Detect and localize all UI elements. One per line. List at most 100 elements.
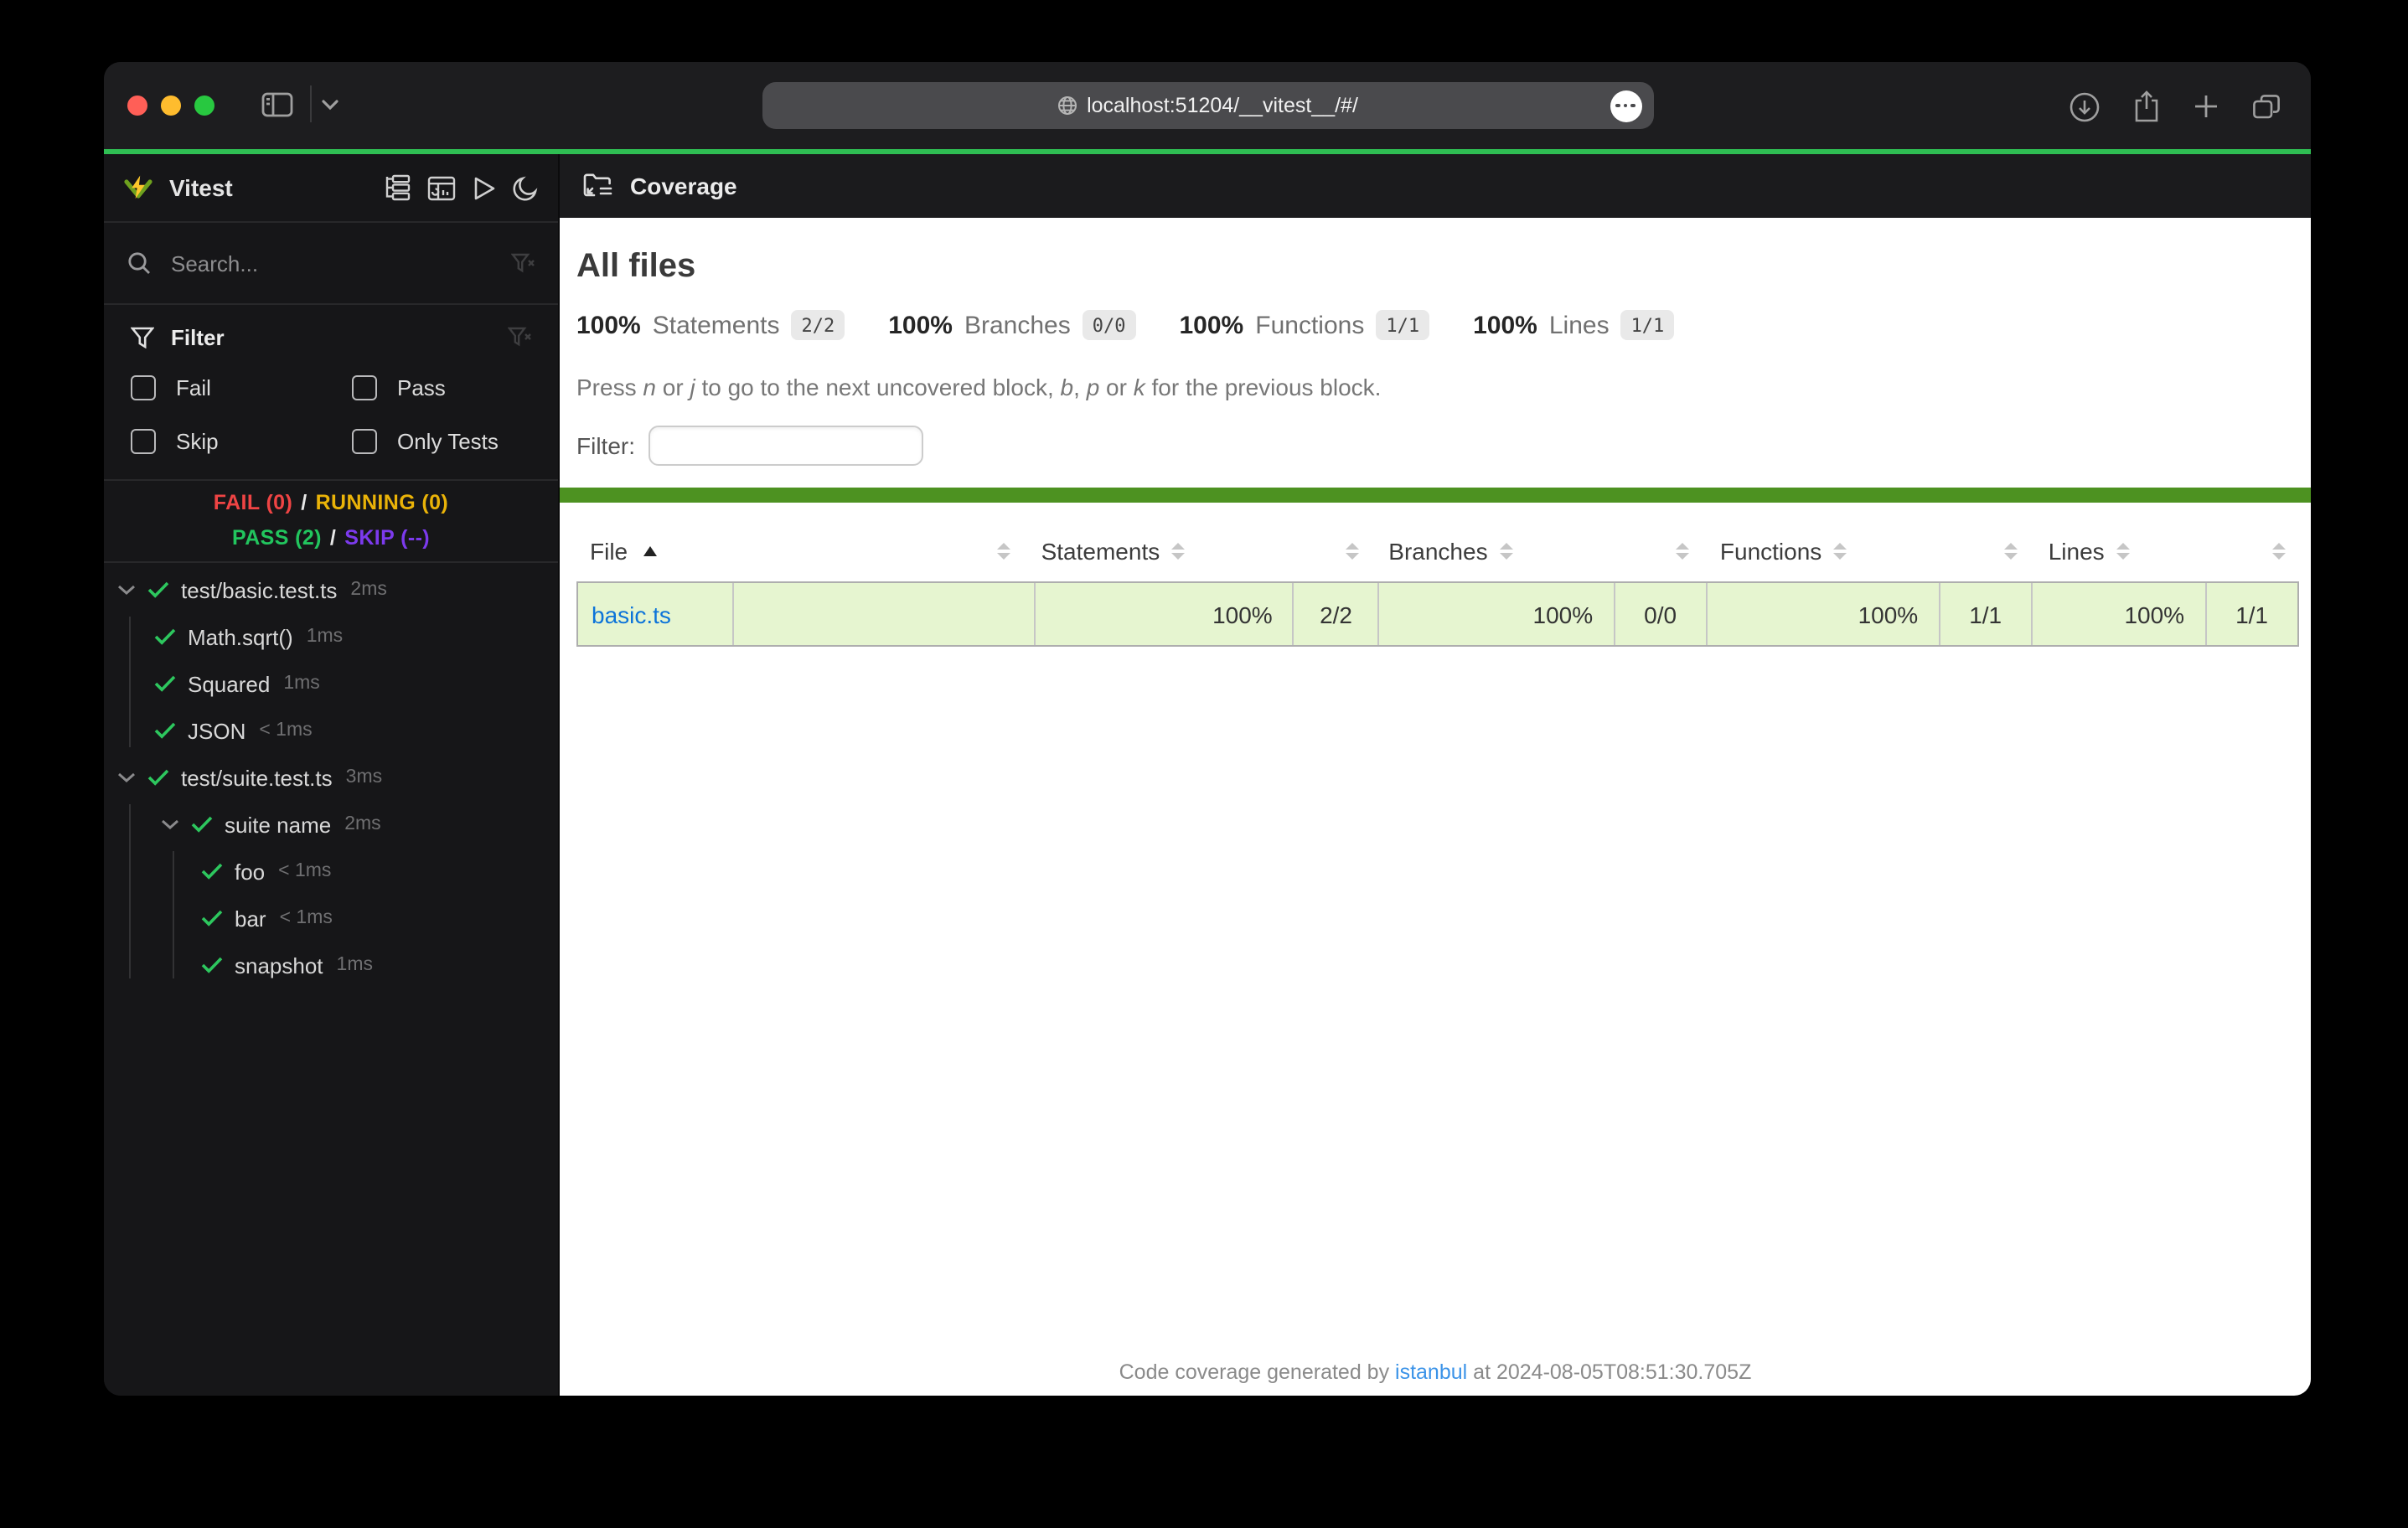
checkbox-icon [352, 428, 377, 453]
downloads-icon[interactable] [2070, 91, 2100, 121]
tree-item-test[interactable]: bar < 1ms [104, 895, 558, 942]
tree-item-test[interactable]: foo < 1ms [104, 848, 558, 895]
app-title: Vitest [169, 174, 233, 201]
sidebar-filter-section: Filter Fail Pass Skip Only Tests [104, 305, 558, 481]
filter-checkbox-skip[interactable]: Skip [131, 419, 352, 462]
tree-item-label: test/basic.test.ts [181, 577, 338, 602]
stat-percent: 100% [888, 311, 953, 339]
run-all-icon[interactable] [473, 175, 496, 200]
tree-item-file[interactable]: test/basic.test.ts 2ms [104, 566, 558, 613]
sort-icon[interactable] [1345, 542, 1359, 560]
tree-item-time: 3ms [345, 767, 383, 787]
tree-item-time: < 1ms [278, 861, 332, 881]
page-settings-button[interactable] [1610, 90, 1641, 121]
pass-check-icon [201, 863, 223, 880]
sort-asc-icon [643, 546, 657, 556]
table-row: basic.ts 100% 2/2 100% 0/0 100% 1/1 100% [576, 581, 2299, 647]
functions-pct-cell: 100% [1708, 583, 1940, 645]
tree-item-label: suite name [225, 812, 332, 837]
file-filter-input[interactable] [649, 426, 923, 466]
column-header-lines[interactable]: Lines [2032, 538, 2205, 565]
chevron-down-icon[interactable] [161, 818, 179, 830]
tree-item-file[interactable]: test/suite.test.ts 3ms [104, 754, 558, 801]
column-header-functions[interactable]: Functions [1703, 538, 1937, 565]
search-input[interactable] [168, 249, 494, 277]
column-header-functions-raw[interactable] [1937, 542, 2032, 560]
stat-functions: 100% Functions 1/1 [1180, 310, 1430, 340]
stat-fraction-badge: 1/1 [1620, 310, 1675, 340]
tree-item-test[interactable]: Math.sqrt() 1ms [104, 613, 558, 660]
branches-raw-cell: 0/0 [1615, 583, 1708, 645]
tree-item-label: foo [235, 859, 266, 884]
close-window-button[interactable] [127, 96, 147, 116]
stat-label: Statements [652, 311, 780, 339]
clear-search-filter-icon[interactable] [511, 252, 535, 274]
filter-funnel-icon [131, 326, 154, 348]
stat-percent: 100% [576, 311, 641, 339]
checkbox-label: Skip [176, 428, 219, 453]
url-text: localhost:51204/__vitest__/#/ [1087, 94, 1358, 117]
stat-percent: 100% [1473, 311, 1537, 339]
dark-mode-icon[interactable] [513, 175, 538, 200]
chevron-down-icon[interactable] [117, 584, 136, 596]
tab-overview-icon[interactable] [2252, 93, 2281, 120]
column-header-statements-raw[interactable] [1285, 542, 1372, 560]
search-icon [127, 251, 151, 275]
tree-item-test[interactable]: snapshot 1ms [104, 942, 558, 989]
test-status-summary: FAIL (0) / RUNNING (0) PASS (2) / SKIP (--) [104, 481, 558, 563]
dashboard-icon[interactable] [427, 175, 456, 200]
column-header-statements[interactable]: Statements [1025, 538, 1286, 565]
statements-pct-cell: 100% [1036, 583, 1294, 645]
sort-icon[interactable] [1171, 542, 1186, 560]
filter-checkbox-only-tests[interactable]: Only Tests [352, 419, 531, 462]
lines-raw-cell: 1/1 [2235, 601, 2268, 627]
address-bar[interactable]: localhost:51204/__vitest__/#/ [762, 82, 1653, 129]
istanbul-link[interactable]: istanbul [1395, 1360, 1467, 1384]
file-filter-label: Filter: [576, 432, 635, 459]
filter-checkbox-pass[interactable]: Pass [352, 365, 531, 409]
file-link[interactable]: basic.ts [578, 601, 671, 627]
checkbox-label: Pass [397, 374, 446, 400]
sort-icon[interactable] [1833, 542, 1847, 560]
tree-item-label: bar [235, 906, 266, 931]
new-tab-icon[interactable] [2194, 94, 2219, 119]
coverage-report: All files 100% Statements 2/2 100% Branc… [560, 218, 2311, 1396]
tree-item-test[interactable]: Squared 1ms [104, 660, 558, 707]
sort-icon[interactable] [2116, 542, 2130, 560]
column-header-file[interactable]: File [576, 538, 750, 565]
branches-pct-cell: 100% [1379, 583, 1615, 645]
stat-label: Branches [964, 311, 1071, 339]
column-header-branches-raw[interactable] [1609, 542, 1703, 560]
status-separator: / [329, 526, 337, 550]
minimize-window-button[interactable] [161, 96, 181, 116]
share-icon[interactable] [2133, 90, 2160, 122]
tree-item-suite[interactable]: suite name 2ms [104, 801, 558, 848]
column-header-lines-raw[interactable] [2205, 542, 2300, 560]
zoom-window-button[interactable] [194, 96, 214, 116]
clear-filter-icon[interactable] [508, 326, 531, 348]
sort-icon[interactable] [1676, 542, 1690, 560]
browser-toolbar: localhost:51204/__vitest__/#/ [104, 62, 2311, 149]
main-panel: Coverage All files 100% Statements 2/2 1… [560, 154, 2311, 1396]
checkbox-label: Only Tests [397, 428, 499, 453]
sort-icon[interactable] [2272, 542, 2287, 560]
sort-icon[interactable] [2004, 542, 2018, 560]
tree-item-label: Squared [188, 671, 271, 696]
stat-fraction-badge: 1/1 [1376, 310, 1430, 340]
sidebar-toggle-icon[interactable] [261, 91, 293, 116]
column-header-branches[interactable]: Branches [1372, 538, 1609, 565]
sort-icon[interactable] [1499, 542, 1513, 560]
sort-icon[interactable] [997, 542, 1011, 560]
running-count: RUNNING (0) [315, 491, 449, 514]
tree-item-test[interactable]: JSON < 1ms [104, 707, 558, 754]
keyboard-hint: Press n or j to go to the next uncovered… [576, 374, 1382, 400]
fail-count: FAIL (0) [213, 491, 293, 514]
statements-raw-cell: 2/2 [1294, 583, 1380, 645]
tree-view-icon[interactable] [384, 174, 411, 201]
chevron-down-icon[interactable] [117, 772, 136, 783]
pass-check-icon [201, 957, 223, 973]
filter-checkbox-fail[interactable]: Fail [131, 365, 352, 409]
pass-check-icon [201, 910, 223, 927]
column-header-chart[interactable] [750, 542, 1025, 560]
sidebar-chevron-icon[interactable] [322, 98, 338, 110]
